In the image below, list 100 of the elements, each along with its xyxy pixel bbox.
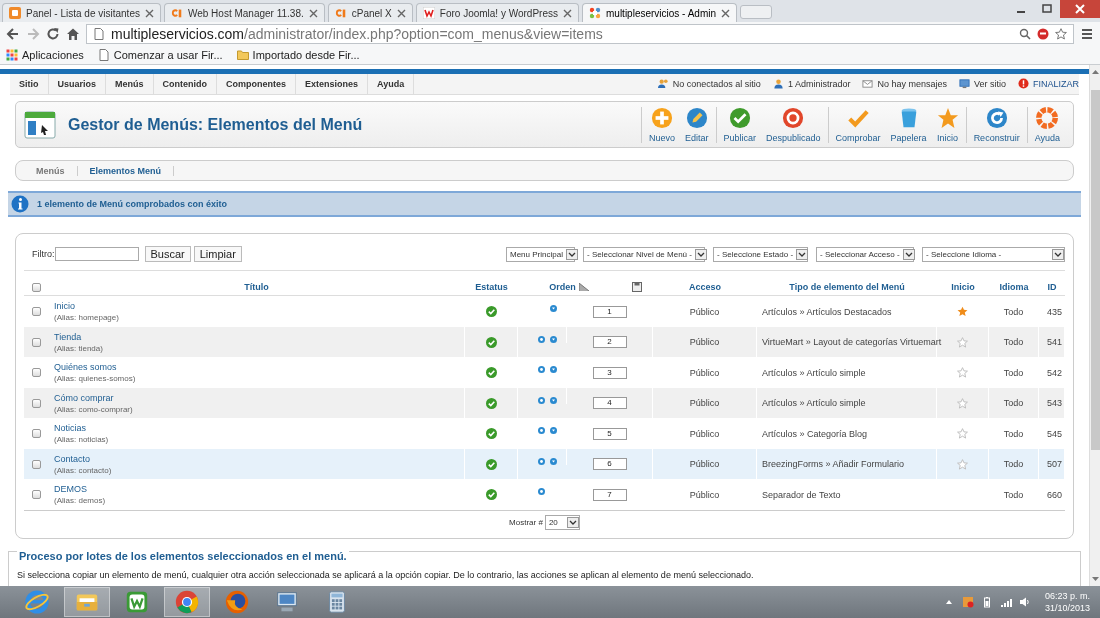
taskbar-app[interactable] <box>164 587 210 617</box>
page-size-select[interactable]: 20 <box>544 515 580 530</box>
back-icon[interactable] <box>6 27 20 41</box>
filter-button[interactable]: Buscar <box>144 246 191 263</box>
order-field[interactable]: 5 <box>592 427 627 440</box>
scrollbar-thumb[interactable] <box>1090 90 1100 450</box>
star-outline-icon[interactable] <box>957 397 968 409</box>
row-checkbox[interactable] <box>31 337 41 347</box>
column-header[interactable]: Inicio <box>951 282 975 293</box>
menu-item[interactable]: Componentes <box>217 73 297 95</box>
column-header[interactable]: Estatus <box>475 282 508 293</box>
toolbar-button[interactable]: Papelera <box>885 106 932 143</box>
extension-icon[interactable] <box>1037 28 1049 40</box>
menu-icon[interactable] <box>1080 27 1094 41</box>
published-icon[interactable] <box>485 367 497 379</box>
scroll-up-icon[interactable] <box>1090 68 1100 76</box>
item-title-link[interactable]: Tienda <box>54 331 82 342</box>
bookmark-link[interactable]: Aplicaciones <box>22 49 84 61</box>
filter-field[interactable] <box>54 247 139 262</box>
close-icon[interactable] <box>1060 0 1100 18</box>
menu-item[interactable]: Contenido <box>153 73 218 95</box>
order-field[interactable]: 7 <box>592 488 627 501</box>
row-checkbox[interactable] <box>31 307 41 317</box>
order-field[interactable]: 6 <box>592 458 627 471</box>
filter-select[interactable]: Menu Principal <box>506 247 575 262</box>
row-checkbox[interactable] <box>31 429 41 439</box>
star-outline-icon[interactable] <box>957 428 968 440</box>
tray-alert-icon[interactable] <box>961 596 974 608</box>
published-icon[interactable] <box>485 428 497 440</box>
column-header[interactable]: ID <box>1047 282 1057 293</box>
bookmark-link[interactable]: Importado desde Fir... <box>252 49 360 61</box>
browser-tab[interactable]: Web Host Manager 11.38. <box>163 3 325 22</box>
order-field[interactable]: 2 <box>592 336 627 349</box>
clock[interactable]: 06:23 p. m. 31/10/2013 <box>1044 591 1090 613</box>
move-down-icon[interactable] <box>550 366 557 374</box>
menu-item[interactable]: Ayuda <box>368 73 415 95</box>
toolbar-button[interactable]: Nuevo <box>643 106 680 143</box>
browser-tab[interactable]: Foro Joomla! y WordPress <box>415 3 579 22</box>
browser-tab[interactable]: cPanel X <box>327 3 413 22</box>
item-title-link[interactable]: Noticias <box>54 423 86 434</box>
row-checkbox[interactable] <box>31 368 41 378</box>
filter-select[interactable]: - Seleccione Estado - <box>713 247 808 262</box>
filter-select[interactable]: - Seleccionar Nivel de Menú - <box>583 247 705 262</box>
star-outline-icon[interactable] <box>957 367 968 379</box>
published-icon[interactable] <box>485 489 497 501</box>
order-field[interactable]: 1 <box>592 305 627 318</box>
reload-icon[interactable] <box>46 27 60 41</box>
close-icon[interactable] <box>721 8 731 18</box>
menu-item[interactable]: Sitio <box>10 73 49 95</box>
submenu-tab[interactable]: Menús <box>24 165 78 176</box>
star-outline-icon[interactable] <box>957 458 968 470</box>
bookmark-link[interactable]: Comenzar a usar Fir... <box>113 49 223 61</box>
move-down-icon[interactable] <box>550 397 557 404</box>
column-header[interactable]: Idioma <box>999 282 1029 293</box>
row-checkbox[interactable] <box>31 459 41 469</box>
item-title-link[interactable]: Quiénes somos <box>54 362 117 373</box>
star-outline-icon[interactable] <box>957 336 968 348</box>
menu-item[interactable]: Extensiones <box>296 73 369 95</box>
item-title-link[interactable]: Contacto <box>54 453 91 464</box>
published-icon[interactable] <box>485 336 497 348</box>
column-header[interactable]: Acceso <box>689 282 721 293</box>
close-icon[interactable] <box>308 8 318 18</box>
menu-item[interactable]: Menús <box>106 73 154 95</box>
order-field[interactable]: 3 <box>592 366 627 379</box>
close-icon[interactable] <box>563 8 572 18</box>
save-icon[interactable] <box>631 282 642 293</box>
browser-tab[interactable]: Panel - Lista de visitantes <box>2 3 161 22</box>
toolbar-button[interactable]: Ayuda <box>1029 106 1065 143</box>
close-icon[interactable] <box>396 8 406 18</box>
move-up-icon[interactable] <box>538 458 545 465</box>
toolbar-button[interactable]: Despublicado <box>761 106 826 143</box>
toolbar-button[interactable]: Reconstruir <box>968 106 1025 143</box>
move-down-icon[interactable] <box>550 458 557 465</box>
signal-icon[interactable] <box>999 596 1012 608</box>
column-header[interactable]: Tipo de elemento del Menú <box>789 282 905 293</box>
browser-tab[interactable]: multipleservicios - Admin <box>582 3 738 22</box>
default-star-icon[interactable] <box>957 306 968 318</box>
toolbar-button[interactable]: Publicar <box>718 106 761 143</box>
item-title-link[interactable]: Inicio <box>54 301 75 312</box>
status-link[interactable]: Ver sitio <box>973 79 1006 89</box>
submenu-tab[interactable]: Elementos Menú <box>77 165 175 176</box>
order-field[interactable]: 4 <box>592 397 627 410</box>
address-field[interactable]: multipleservicios.com/administrator/index.php?option=com_menus&view=items <box>86 24 1074 44</box>
published-icon[interactable] <box>485 397 497 409</box>
status-link[interactable]: FINALIZAR <box>1033 79 1079 89</box>
close-icon[interactable] <box>144 8 154 18</box>
move-up-icon[interactable] <box>538 397 545 404</box>
move-up-icon[interactable] <box>538 336 545 343</box>
toolbar-button[interactable]: Comprobar <box>830 106 886 143</box>
taskbar-app[interactable] <box>64 587 110 617</box>
item-title-link[interactable]: DEMOS <box>54 484 87 495</box>
status-link[interactable]: No hay mensajes <box>877 79 947 89</box>
toolbar-button[interactable]: Editar <box>680 106 714 143</box>
filter-select[interactable]: - Seleccionar Acceso - <box>816 247 914 262</box>
move-up-icon[interactable] <box>538 488 545 496</box>
search-icon[interactable] <box>1019 28 1031 40</box>
published-icon[interactable] <box>485 458 497 470</box>
published-icon[interactable] <box>485 306 497 318</box>
filter-button[interactable]: Limpiar <box>193 246 242 263</box>
move-up-icon[interactable] <box>538 427 545 435</box>
